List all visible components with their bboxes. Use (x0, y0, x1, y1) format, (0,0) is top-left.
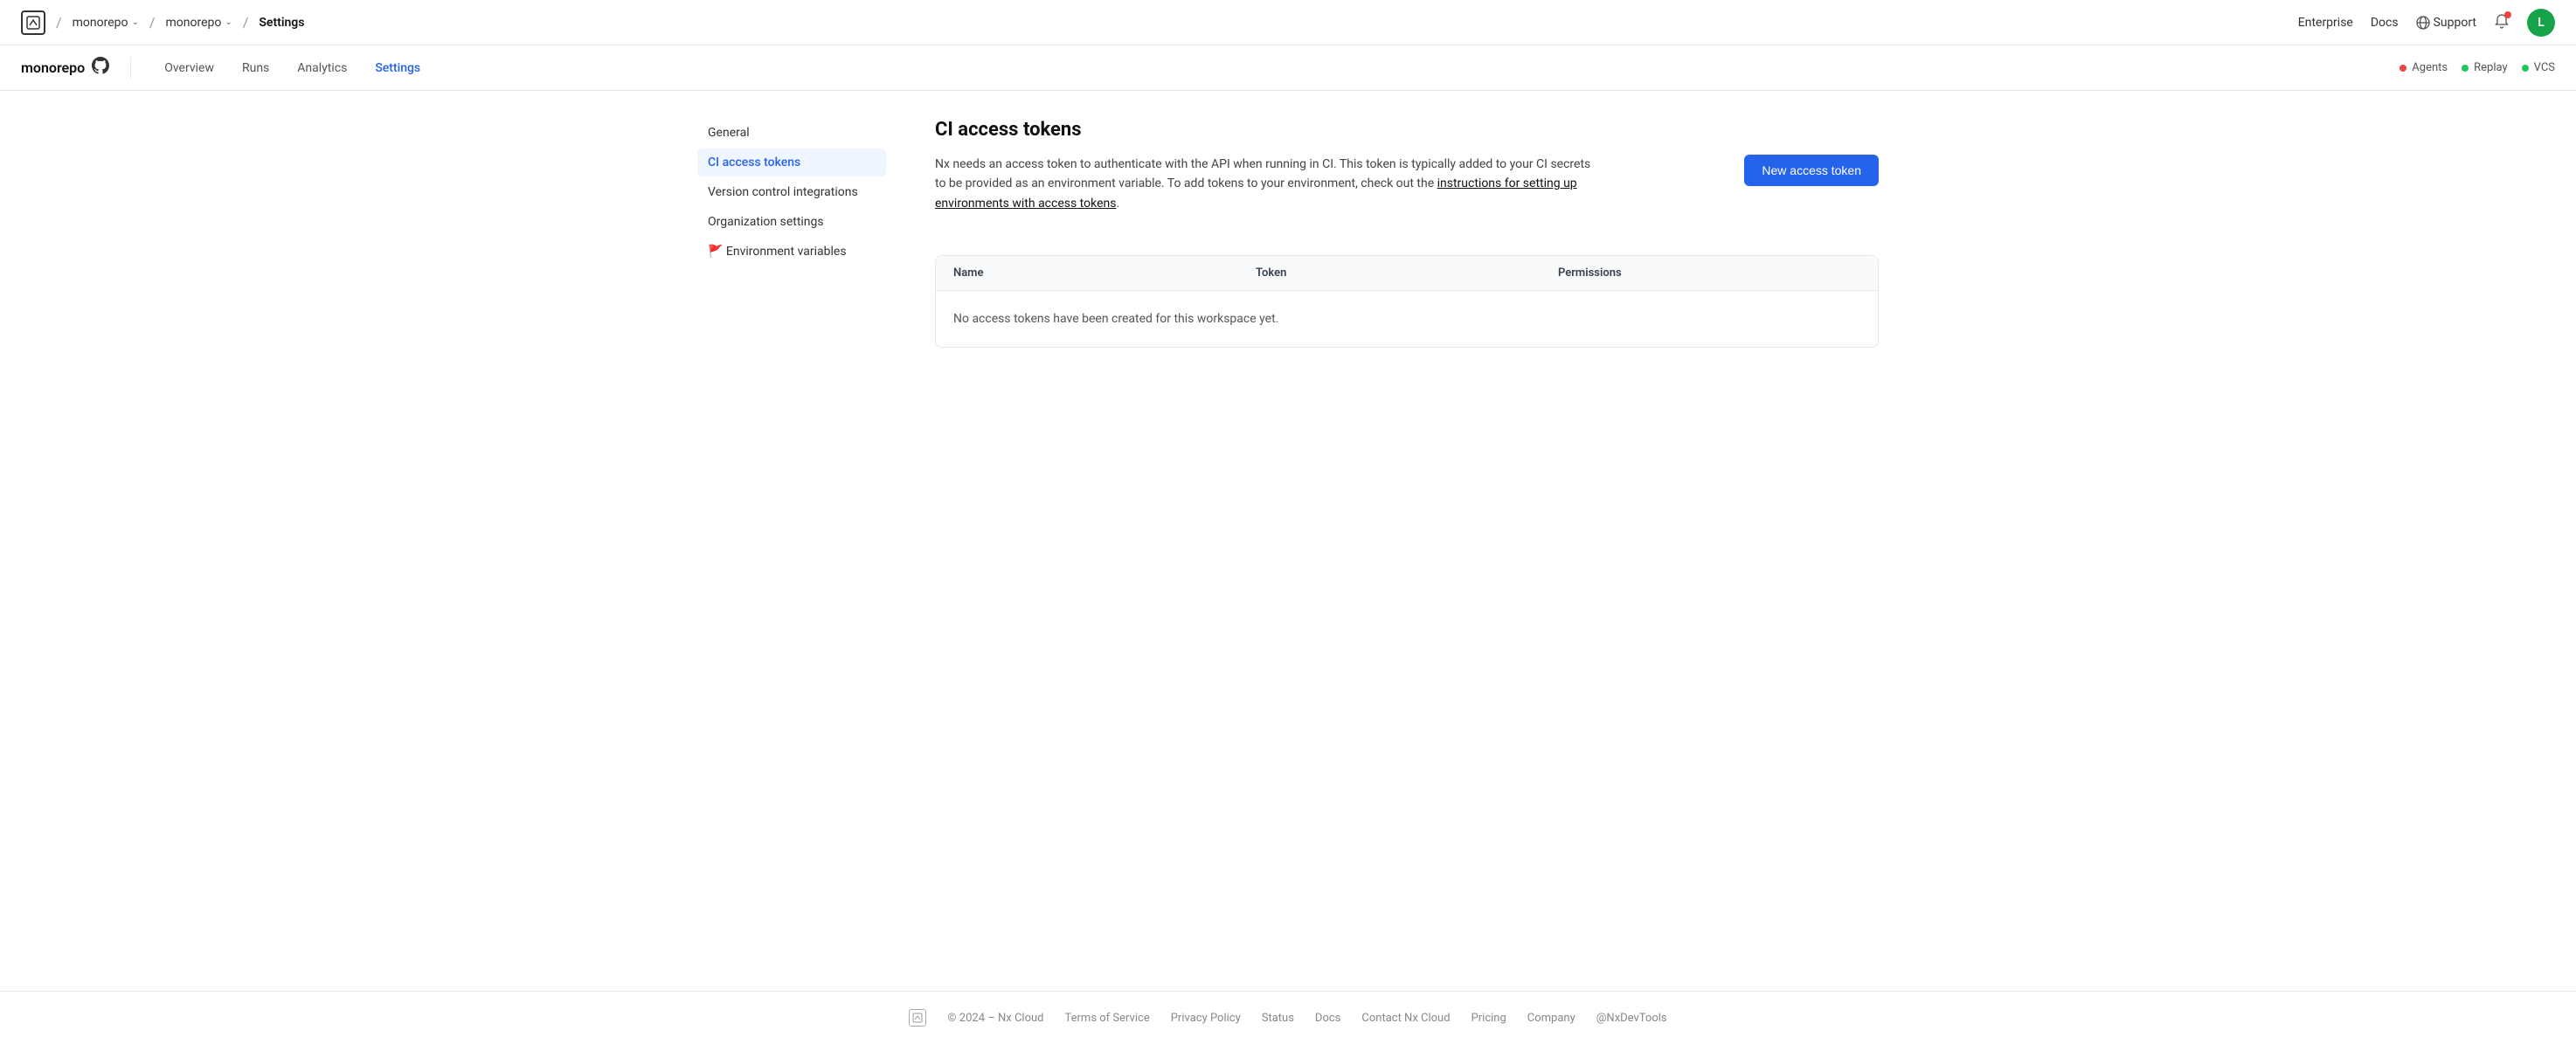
tab-analytics[interactable]: Analytics (285, 54, 359, 82)
footer-privacy[interactable]: Privacy Policy (1171, 1012, 1241, 1025)
globe-icon (2416, 16, 2430, 30)
notification-button[interactable] (2494, 13, 2510, 32)
chevron-icon-2: ⌄ (225, 17, 232, 27)
footer-logo (909, 1009, 926, 1027)
breadcrumb-sep-3: / (243, 14, 249, 31)
project-nav-right: Agents Replay VCS (2399, 61, 2555, 74)
sidebar: General CI access tokens Version control… (697, 119, 907, 963)
footer-status[interactable]: Status (1262, 1012, 1294, 1025)
breadcrumb-settings: Settings (259, 16, 304, 30)
page-title: CI access tokens (935, 119, 1879, 141)
new-access-token-button[interactable]: New access token (1744, 155, 1879, 186)
main-container: General CI access tokens Version control… (676, 91, 1900, 991)
docs-link[interactable]: Docs (2371, 16, 2399, 30)
content-area: CI access tokens Nx needs an access toke… (907, 119, 1879, 963)
top-nav: / monorepo ⌄ / monorepo ⌄ / Settings Ent… (0, 0, 2576, 45)
sidebar-item-version-control[interactable]: Version control integrations (697, 178, 886, 206)
status-replay: Replay (2462, 61, 2508, 74)
table-header: Name Token Permissions (936, 256, 1878, 291)
project-nav-links: Overview Runs Analytics Settings (152, 54, 2399, 82)
footer-twitter[interactable]: @NxDevTools (1596, 1012, 1667, 1025)
table-header-permissions: Permissions (1558, 266, 1860, 280)
footer-company[interactable]: Company (1527, 1012, 1575, 1025)
content-description: Nx needs an access token to authenticate… (935, 155, 1599, 213)
status-dot-agents (2399, 65, 2406, 72)
status-agents: Agents (2399, 61, 2448, 74)
avatar[interactable]: L (2527, 9, 2555, 37)
table-empty-message: No access tokens have been created for t… (936, 291, 1878, 347)
tab-overview[interactable]: Overview (152, 54, 226, 82)
footer: © 2024 – Nx Cloud Terms of Service Priva… (0, 991, 2576, 1044)
brand-name: monorepo (21, 59, 85, 76)
enterprise-link[interactable]: Enterprise (2298, 16, 2353, 30)
top-nav-right: Enterprise Docs Support L (2298, 9, 2555, 37)
tab-runs[interactable]: Runs (230, 54, 281, 82)
footer-contact[interactable]: Contact Nx Cloud (1361, 1012, 1450, 1025)
support-link[interactable]: Support (2416, 16, 2476, 30)
content-header-row: Nx needs an access token to authenticate… (935, 155, 1879, 234)
project-nav: monorepo Overview Runs Analytics Setting… (0, 45, 2576, 91)
sidebar-item-general[interactable]: General (697, 119, 886, 147)
table-header-token: Token (1256, 266, 1558, 280)
footer-terms[interactable]: Terms of Service (1065, 1012, 1150, 1025)
sidebar-item-ci-access-tokens[interactable]: CI access tokens (697, 149, 886, 176)
footer-pricing[interactable]: Pricing (1472, 1012, 1506, 1025)
footer-docs[interactable]: Docs (1315, 1012, 1340, 1025)
chevron-icon: ⌄ (131, 17, 138, 27)
footer-copyright: © 2024 – Nx Cloud (947, 1012, 1043, 1025)
sidebar-item-organization-settings[interactable]: Organization settings (697, 208, 886, 236)
logo-icon[interactable] (21, 10, 45, 35)
tab-settings[interactable]: Settings (363, 54, 433, 82)
breadcrumb-monorepo-1[interactable]: monorepo ⌄ (73, 16, 139, 30)
status-dot-replay (2462, 65, 2469, 72)
github-icon (92, 57, 109, 79)
breadcrumb-monorepo-2[interactable]: monorepo ⌄ (165, 16, 232, 30)
status-vcs: VCS (2522, 61, 2555, 74)
project-brand: monorepo (21, 57, 131, 79)
breadcrumb-sep-1: / (56, 14, 62, 31)
notification-dot (2504, 11, 2511, 18)
breadcrumb-sep-2: / (149, 14, 156, 31)
table-header-name: Name (953, 266, 1256, 280)
sidebar-item-environment-variables[interactable]: 🚩 Environment variables (697, 238, 886, 266)
tokens-table: Name Token Permissions No access tokens … (935, 255, 1879, 348)
status-dot-vcs (2522, 65, 2529, 72)
